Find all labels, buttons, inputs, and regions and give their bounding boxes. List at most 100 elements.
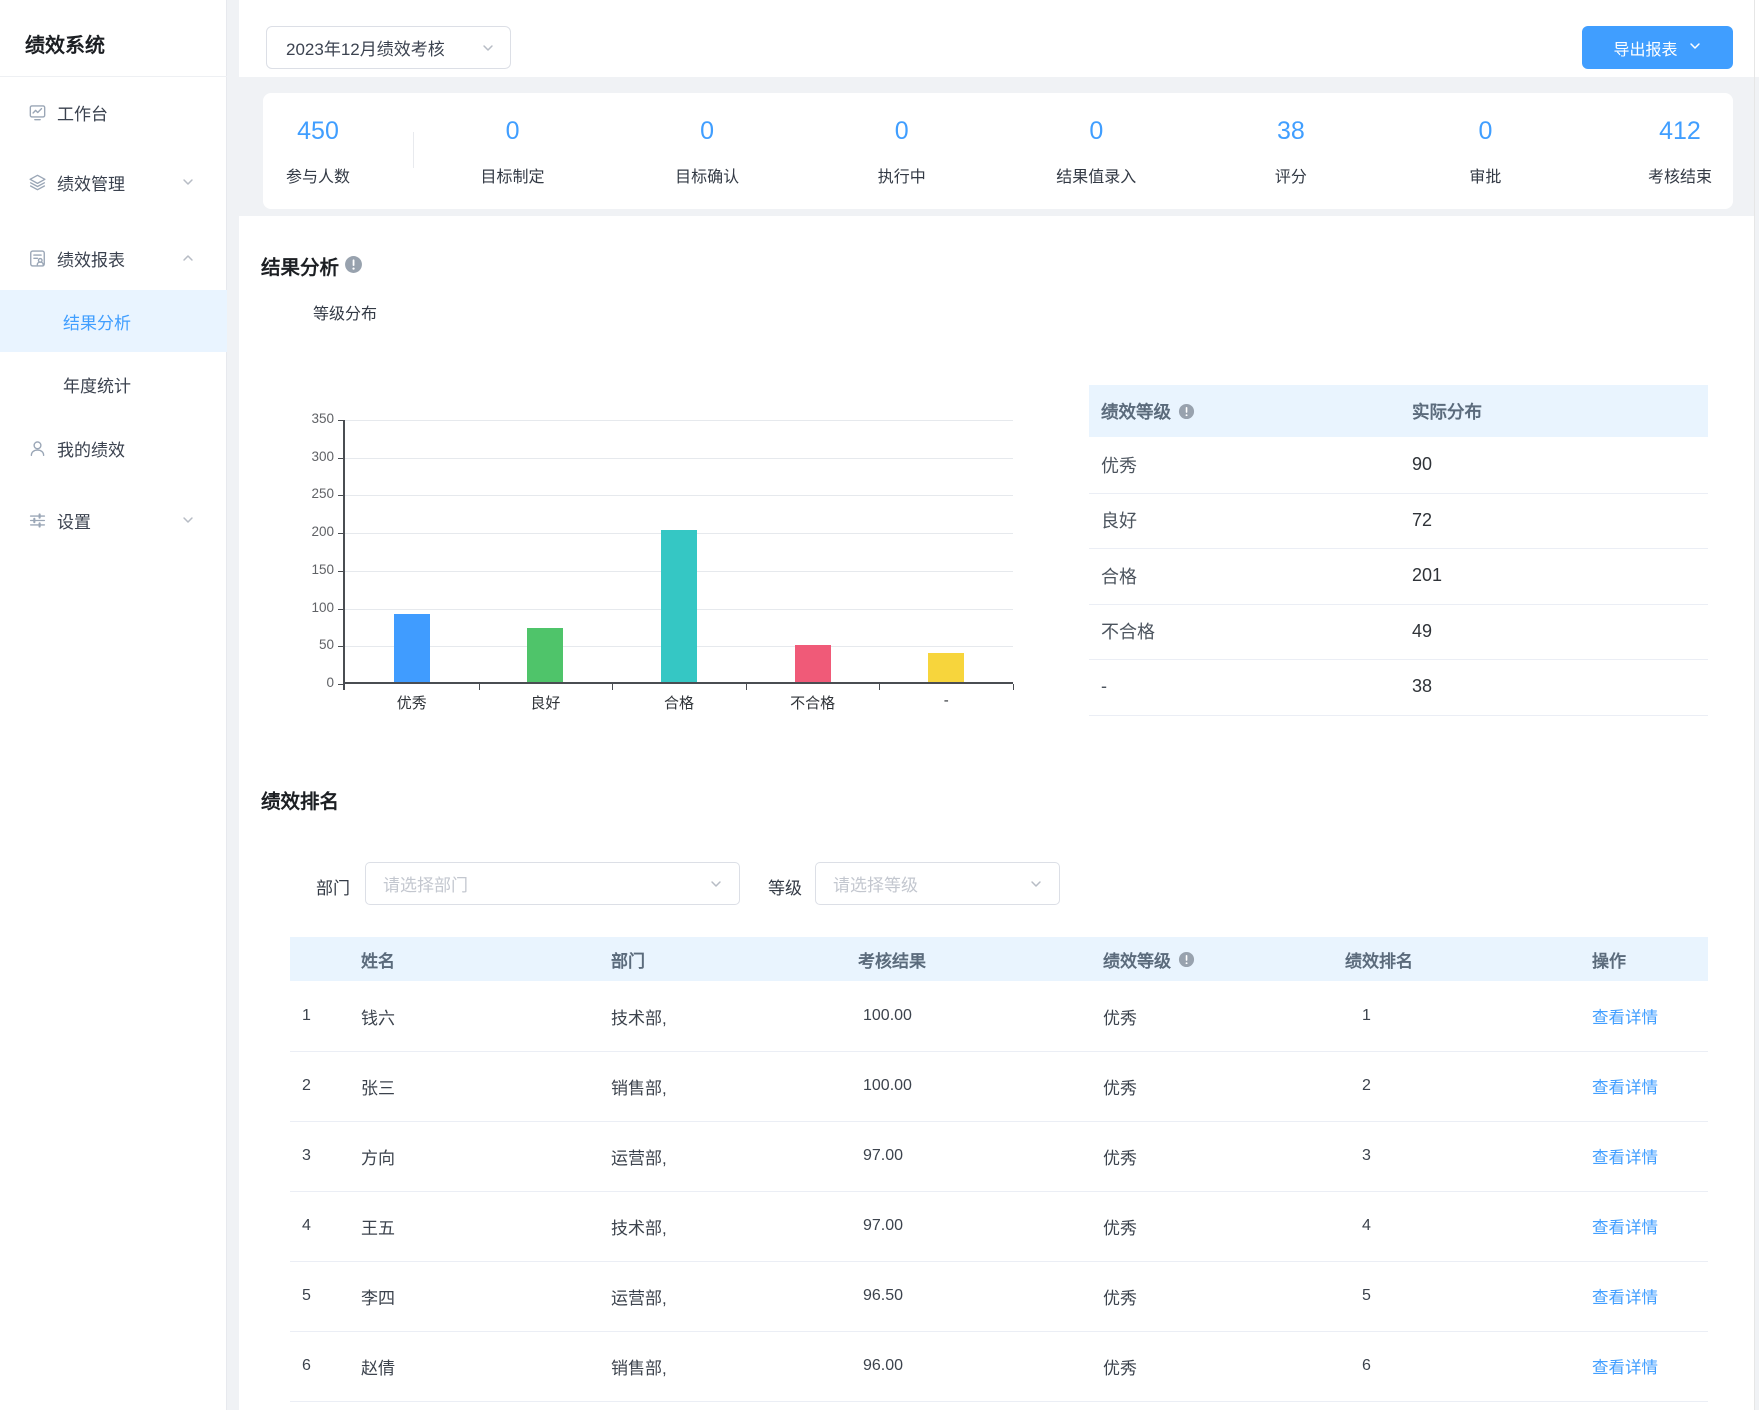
cell-rank: 6 [1362, 1331, 1371, 1401]
section-title-result-analysis: 结果分析 [261, 251, 339, 280]
view-details-link[interactable]: 查看详情 [1592, 1051, 1658, 1121]
cell-score: 100.00 [863, 981, 912, 1051]
cell-index: 1 [302, 981, 311, 1051]
top-bar: 2023年12月绩效考核 导出报表 [239, 0, 1759, 77]
stat-divider [413, 132, 414, 168]
ranking-row: 2张三销售部,100.00优秀2查看详情 [290, 1051, 1708, 1121]
dashboard-icon [28, 103, 47, 122]
chevron-down-icon [481, 41, 495, 55]
x-tick [746, 684, 747, 690]
sidebar-subitem-1[interactable]: 结果分析 [0, 290, 227, 352]
export-report-button[interactable]: 导出报表 [1582, 26, 1733, 69]
cell-rank: 2 [1362, 1051, 1371, 1121]
col-grade: 绩效等级 [1103, 937, 1195, 981]
cell-name: 赵倩 [361, 1331, 395, 1401]
sidebar-item-3[interactable]: 绩效报表 [0, 238, 227, 278]
dept-filter-select[interactable]: 请选择部门 [365, 862, 740, 905]
y-tick-label: 100 [294, 600, 334, 615]
distribution-row: 合格201 [1089, 548, 1708, 603]
cell-rank: 4 [1362, 1191, 1371, 1261]
user-icon [28, 439, 47, 458]
cell-grade: 优秀 [1103, 1051, 1137, 1121]
sidebar: 绩效系统 工作台绩效管理绩效报表结果分析年度统计我的绩效设置 [0, 0, 227, 1410]
stat-column: 0审批 [1388, 93, 1583, 209]
ranking-row: 6赵倩销售部,96.00优秀6查看详情 [290, 1331, 1708, 1401]
cell-rank: 5 [1362, 1261, 1371, 1331]
cell-dept: 销售部, [611, 1051, 667, 1121]
y-tick-label: 0 [294, 675, 334, 690]
chevron-up-icon [181, 251, 195, 265]
cell-name: 李四 [361, 1261, 395, 1331]
cell-index: 4 [302, 1191, 311, 1261]
y-tick-label: 150 [294, 562, 334, 577]
y-tick-label: 200 [294, 524, 334, 539]
view-details-link[interactable]: 查看详情 [1592, 1331, 1658, 1401]
stat-column: 412考核结束 [1582, 93, 1759, 209]
chevron-down-icon [1688, 39, 1702, 56]
view-details-link[interactable]: 查看详情 [1592, 1121, 1658, 1191]
chevron-down-icon [181, 513, 195, 527]
gridline [345, 420, 1013, 421]
row-divider [1089, 715, 1708, 716]
stat-column: 0执行中 [804, 93, 999, 209]
chart-bar [527, 628, 563, 682]
grade-filter-label: 等级 [768, 874, 802, 899]
chart-bar [661, 530, 697, 682]
cell-name: 方向 [361, 1121, 395, 1191]
sidebar-item-4[interactable]: 我的绩效 [0, 428, 227, 468]
cell-index: 5 [302, 1261, 311, 1331]
chart-bar [795, 645, 831, 682]
x-tick [612, 684, 613, 690]
ranking-row: 3方向运营部,97.00优秀3查看详情 [290, 1121, 1708, 1191]
sidebar-divider [0, 76, 227, 77]
cell-grade: 优秀 [1103, 1261, 1137, 1331]
cell-grade: 优秀 [1103, 981, 1137, 1051]
period-select[interactable]: 2023年12月绩效考核 [266, 26, 511, 69]
view-details-link[interactable]: 查看详情 [1592, 981, 1658, 1051]
gridline [345, 495, 1013, 496]
chevron-down-icon [709, 863, 723, 904]
sidebar-item-2[interactable]: 绩效管理 [0, 162, 227, 202]
report-icon [28, 249, 47, 268]
y-tick-label: 250 [294, 486, 334, 501]
chevron-down-icon [1029, 863, 1043, 904]
scrollbar[interactable] [1754, 0, 1755, 1410]
cell-dept: 运营部, [611, 1261, 667, 1331]
cell-grade: 优秀 [1103, 1331, 1137, 1401]
ranking-row: 5 李四 运营部, 96.50 优秀 5 查看详情 [290, 1261, 1708, 1331]
chart-bar [928, 653, 964, 682]
col-name: 姓名 [361, 937, 395, 981]
info-icon[interactable] [344, 255, 363, 274]
distribution-row: -38 [1089, 659, 1708, 714]
grade-filter-select[interactable]: 请选择等级 [815, 862, 1060, 905]
cell-index: 3 [302, 1121, 311, 1191]
period-select-value: 2023年12月绩效考核 [286, 35, 445, 60]
app-title: 绩效系统 [25, 29, 105, 58]
dept-filter-label: 部门 [316, 874, 350, 899]
view-details-link[interactable]: 查看详情 [1592, 1191, 1658, 1261]
view-details-link[interactable]: 查看详情 [1592, 1261, 1658, 1331]
x-category-label: 良好 [485, 692, 605, 713]
cell-grade: 优秀 [1103, 1191, 1137, 1261]
col-distribution: 实际分布 [1412, 385, 1482, 437]
sidebar-item-5[interactable]: 设置 [0, 500, 227, 540]
y-tick-label: 50 [294, 637, 334, 652]
page: 绩效系统 工作台绩效管理绩效报表结果分析年度统计我的绩效设置 2023年12月绩… [0, 0, 1759, 1410]
stat-column: 0结果值录入 [999, 93, 1194, 209]
sidebar-item-1[interactable]: 工作台 [0, 92, 227, 132]
cell-dept: 技术部, [611, 981, 667, 1051]
x-axis [343, 682, 1013, 684]
cell-score: 96.00 [863, 1331, 903, 1401]
x-category-label: - [886, 692, 1006, 709]
cell-dept: 技术部, [611, 1191, 667, 1261]
cell-score: 96.50 [863, 1261, 903, 1331]
y-axis [343, 420, 345, 690]
x-tick [1013, 684, 1014, 690]
sidebar-subitem-2[interactable]: 年度统计 [0, 353, 227, 415]
dept-filter-placeholder: 请选择部门 [383, 863, 468, 904]
y-tick-label: 350 [294, 411, 334, 426]
cell-rank: 3 [1362, 1121, 1371, 1191]
cell-dept: 销售部, [611, 1331, 667, 1401]
chart-title: 等级分布 [313, 300, 377, 324]
distribution-table-header: 绩效等级实际分布 [1089, 385, 1708, 437]
